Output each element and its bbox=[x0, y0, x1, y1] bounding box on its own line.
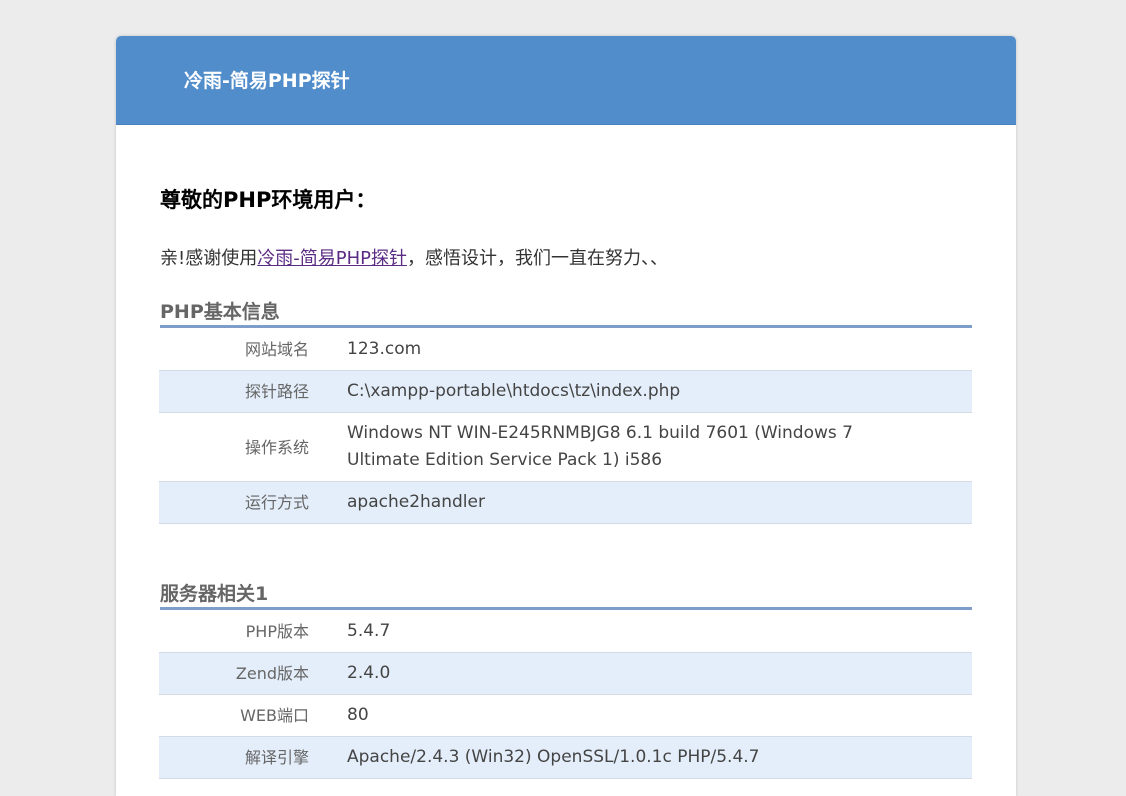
server-info-table: PHP版本 5.4.7 Zend版本 2.4.0 WEB端口 80 解译引擎 A… bbox=[159, 611, 972, 779]
probe-link[interactable]: 冷雨-简易PHP探针 bbox=[257, 248, 407, 269]
app-title: 冷雨-简易PHP探针 bbox=[184, 70, 350, 92]
intro-text: 亲!感谢使用冷雨-简易PHP探针，感悟设计，我们一直在努力、、 bbox=[160, 247, 668, 271]
table-row: PHP版本 5.4.7 bbox=[159, 611, 972, 653]
row-value: 123.com bbox=[347, 339, 422, 359]
intro-prefix: 亲!感谢使用 bbox=[160, 248, 258, 269]
table-row: WEB端口 80 bbox=[159, 695, 972, 737]
section-title-server-1: 服务器相关1 bbox=[160, 582, 972, 610]
row-value: Windows NT WIN-E245RNMBJG8 6.1 build 760… bbox=[347, 413, 972, 482]
row-label: 操作系统 bbox=[244, 437, 309, 457]
row-label: 探针路径 bbox=[244, 382, 309, 401]
row-label: WEB端口 bbox=[240, 706, 309, 725]
php-basic-table: 网站域名 123.com 探针路径 C:\xampp-portable\htdo… bbox=[159, 329, 972, 524]
table-row: Zend版本 2.4.0 bbox=[159, 652, 972, 695]
row-label: Zend版本 bbox=[235, 664, 309, 683]
section-title-php-basic: PHP基本信息 bbox=[160, 300, 972, 328]
probe-card: 冷雨-简易PHP探针 尊敬的PHP环境用户： 亲!感谢使用冷雨-简易PHP探针，… bbox=[116, 36, 1016, 796]
table-row: 网站域名 123.com bbox=[159, 329, 972, 371]
row-value: Apache/2.4.3 (Win32) OpenSSL/1.0.1c PHP/… bbox=[347, 747, 760, 767]
row-value: apache2handler bbox=[347, 492, 485, 512]
table-row: 解译引擎 Apache/2.4.3 (Win32) OpenSSL/1.0.1c… bbox=[159, 736, 972, 779]
table-row: 操作系统 Windows NT WIN-E245RNMBJG8 6.1 buil… bbox=[159, 413, 972, 482]
row-label: PHP版本 bbox=[245, 622, 309, 641]
intro-suffix: ，感悟设计，我们一直在努力、、 bbox=[406, 248, 668, 269]
header-bar: 冷雨-简易PHP探针 bbox=[116, 36, 1016, 125]
row-value: 80 bbox=[347, 705, 369, 725]
row-value: C:\xampp-portable\htdocs\tz\index.php bbox=[347, 381, 681, 401]
row-label: 网站域名 bbox=[244, 340, 309, 359]
row-value: 2.4.0 bbox=[347, 663, 391, 683]
table-row: 探针路径 C:\xampp-portable\htdocs\tz\index.p… bbox=[159, 370, 972, 413]
row-label: 解译引擎 bbox=[244, 748, 309, 767]
row-label: 运行方式 bbox=[244, 493, 309, 512]
table-row: 运行方式 apache2handler bbox=[159, 481, 972, 524]
row-value-line: Windows NT WIN-E245RNMBJG8 6.1 build 760… bbox=[347, 423, 853, 443]
row-value: 5.4.7 bbox=[347, 621, 391, 641]
row-value-line: Ultimate Edition Service Pack 1) i586 bbox=[347, 450, 663, 470]
greeting-heading: 尊敬的PHP环境用户： bbox=[160, 188, 377, 212]
